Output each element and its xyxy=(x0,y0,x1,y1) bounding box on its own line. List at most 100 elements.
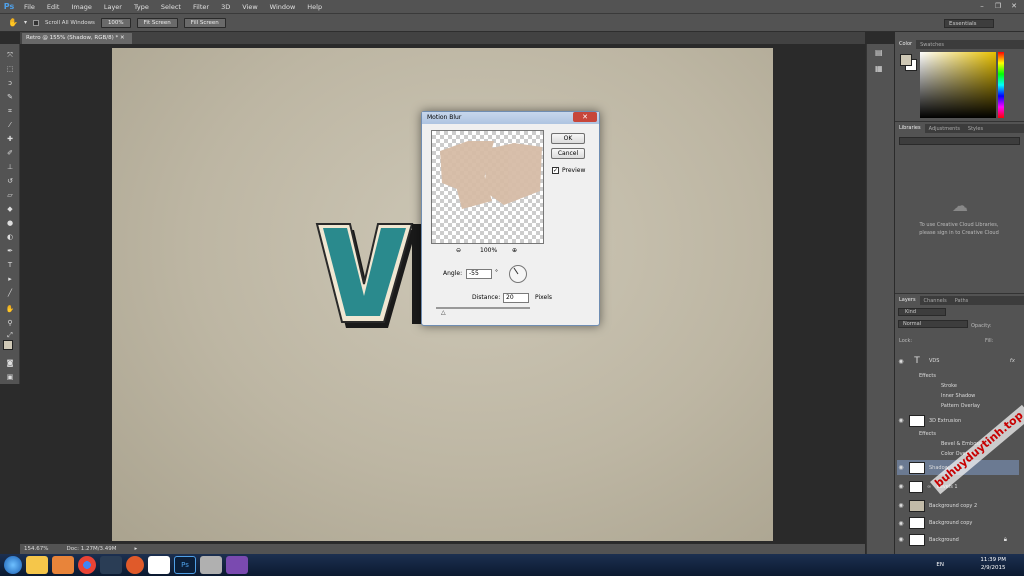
status-menu-arrow-icon[interactable]: ▸ xyxy=(135,546,138,552)
distance-slider-track[interactable] xyxy=(436,307,530,309)
layer-row-vds[interactable]: ◉ T VDS fx xyxy=(897,354,1019,368)
menu-type[interactable]: Type xyxy=(128,3,155,11)
healing-brush-tool-icon[interactable]: ✚ xyxy=(3,134,17,144)
minimize-icon[interactable]: – xyxy=(976,1,988,11)
pen-tool-icon[interactable]: ✒ xyxy=(3,246,17,256)
menu-image[interactable]: Image xyxy=(65,3,97,11)
angle-dial[interactable] xyxy=(509,265,527,283)
menu-select[interactable]: Select xyxy=(155,3,187,11)
paint-bucket-tool-icon[interactable]: ◆ xyxy=(3,204,17,214)
lasso-tool-icon[interactable]: ↄ xyxy=(3,78,17,88)
foreground-swatch[interactable] xyxy=(900,54,912,66)
shape-tool-icon[interactable]: ╱ xyxy=(3,288,17,298)
layer-row-background-copy-2[interactable]: ◉ Background copy 2 xyxy=(897,498,1019,513)
origin-icon[interactable] xyxy=(126,556,144,574)
document-tab[interactable]: Retro @ 155% (Shadow, RGB/8) * ✕ xyxy=(22,33,132,44)
dodge-tool-icon[interactable]: ◐ xyxy=(3,232,17,242)
workspace-select[interactable]: Essentials xyxy=(944,19,994,28)
close-icon[interactable]: ✕ xyxy=(1008,1,1020,11)
blur-tool-icon[interactable]: ● xyxy=(3,218,17,228)
history-panel-icon[interactable]: ▤ xyxy=(875,48,883,57)
tab-adjustments[interactable]: Adjustments xyxy=(925,126,964,132)
archive-icon[interactable] xyxy=(226,556,248,574)
close-tab-icon[interactable]: ✕ xyxy=(120,35,125,41)
menu-file[interactable]: File xyxy=(18,3,41,11)
type-tool-icon[interactable]: T xyxy=(3,260,17,270)
tab-color[interactable]: Color xyxy=(895,40,917,49)
blend-mode-select[interactable]: Normal xyxy=(898,320,968,328)
dialog-close-icon[interactable]: ✕ xyxy=(573,112,597,122)
zoom-tool-icon[interactable]: ⚲ xyxy=(3,318,17,328)
menu-window[interactable]: Window xyxy=(264,3,302,11)
distance-slider-thumb[interactable]: △ xyxy=(441,309,447,316)
move-tool-icon[interactable]: ⤧ xyxy=(3,50,17,60)
angle-input[interactable]: -55 xyxy=(466,269,492,279)
tab-swatches[interactable]: Swatches xyxy=(916,42,948,48)
fill-screen-button[interactable]: Fill Screen xyxy=(183,17,226,28)
tab-channels[interactable]: Channels xyxy=(920,298,951,304)
chrome-icon[interactable] xyxy=(78,556,96,574)
layer-row-levels[interactable]: ◉ ∞ Levels 1 xyxy=(897,479,1019,494)
uplay-icon[interactable] xyxy=(148,556,170,574)
photoshop-taskbar-icon[interactable]: Ps xyxy=(174,556,196,574)
zoom-100-button[interactable]: 100% xyxy=(100,17,131,28)
tab-styles[interactable]: Styles xyxy=(964,126,987,132)
menu-view[interactable]: View xyxy=(236,3,263,11)
screen-mode-icon[interactable]: ▣ xyxy=(3,372,17,382)
path-select-tool-icon[interactable]: ▸ xyxy=(3,274,17,284)
tool-icon[interactable] xyxy=(200,556,222,574)
ok-button[interactable]: OK xyxy=(551,133,585,144)
layer-row-background-copy[interactable]: ◉ Background copy xyxy=(897,516,1019,530)
menu-layer[interactable]: Layer xyxy=(98,3,128,11)
layer-filter-select[interactable]: Kind xyxy=(898,308,946,316)
scroll-all-windows-checkbox[interactable] xyxy=(32,19,39,26)
cancel-button[interactable]: Cancel xyxy=(551,148,585,159)
library-select[interactable] xyxy=(899,137,1020,145)
eraser-tool-icon[interactable]: ▱ xyxy=(3,190,17,200)
distance-input[interactable]: 20 xyxy=(503,293,529,303)
visibility-eye-icon[interactable]: ◉ xyxy=(897,536,905,543)
tool-preset-chevron-icon[interactable]: ▾ xyxy=(24,19,27,26)
effect-stroke[interactable]: Stroke xyxy=(897,382,1019,390)
crop-tool-icon[interactable]: ⌗ xyxy=(3,106,17,116)
menu-3d[interactable]: 3D xyxy=(215,3,236,11)
preview-checkbox[interactable]: ✓ xyxy=(552,167,559,174)
tab-layers[interactable]: Layers xyxy=(895,296,920,305)
visibility-eye-icon[interactable]: ◉ xyxy=(897,483,905,490)
eyedropper-tool-icon[interactable]: ⁄ xyxy=(3,120,17,130)
restore-icon[interactable]: ❐ xyxy=(992,1,1004,11)
zoom-out-icon[interactable]: ⊖ xyxy=(456,247,461,254)
zoom-in-icon[interactable]: ⊕ xyxy=(512,247,517,254)
quick-select-tool-icon[interactable]: ✎ xyxy=(3,92,17,102)
start-button-icon[interactable] xyxy=(4,556,22,574)
tab-paths[interactable]: Paths xyxy=(951,298,973,304)
visibility-eye-icon[interactable]: ◉ xyxy=(897,502,905,509)
language-indicator[interactable]: EN xyxy=(936,562,944,568)
effect-inner-shadow[interactable]: Inner Shadow xyxy=(897,392,1019,400)
blur-preview[interactable] xyxy=(431,130,544,244)
fx-icon[interactable]: fx xyxy=(1010,358,1015,364)
taskbar-clock[interactable]: 11:39 PM 2/9/2015 xyxy=(980,556,1006,572)
properties-panel-icon[interactable]: ▦ xyxy=(875,64,883,73)
visibility-eye-icon[interactable]: ◉ xyxy=(897,417,905,424)
zoom-level[interactable]: 154.67% xyxy=(24,546,48,552)
visibility-eye-icon[interactable]: ◉ xyxy=(897,464,905,471)
menu-edit[interactable]: Edit xyxy=(41,3,66,11)
explorer-icon[interactable] xyxy=(26,556,48,574)
swap-colors-icon[interactable]: ⤢ xyxy=(3,330,17,340)
fit-screen-button[interactable]: Fit Screen xyxy=(136,17,178,28)
color-picker-field[interactable] xyxy=(920,52,996,118)
menu-filter[interactable]: Filter xyxy=(187,3,215,11)
marquee-tool-icon[interactable]: ⬚ xyxy=(3,64,17,74)
visibility-eye-icon[interactable]: ◉ xyxy=(897,520,905,527)
clone-stamp-tool-icon[interactable]: ⊥ xyxy=(3,162,17,172)
tab-libraries[interactable]: Libraries xyxy=(895,124,925,133)
media-player-icon[interactable] xyxy=(52,556,74,574)
hand-tool-icon[interactable]: ✋ xyxy=(3,304,17,314)
brush-tool-icon[interactable]: ✐ xyxy=(3,148,17,158)
layer-row-background[interactable]: ◉ Background 🔒︎ xyxy=(897,533,1019,546)
hue-slider[interactable] xyxy=(998,52,1004,118)
history-brush-tool-icon[interactable]: ↺ xyxy=(3,176,17,186)
menu-help[interactable]: Help xyxy=(301,3,328,11)
visibility-eye-icon[interactable]: ◉ xyxy=(897,358,905,365)
